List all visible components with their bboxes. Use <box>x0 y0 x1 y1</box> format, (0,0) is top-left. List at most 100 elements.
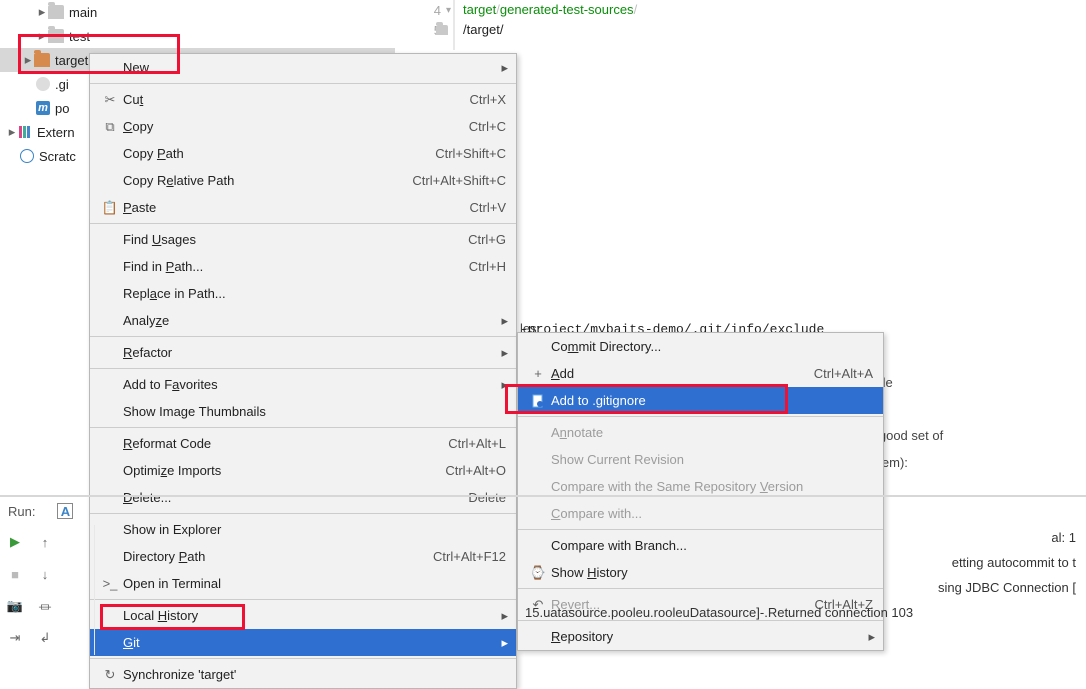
menu-item-icon: ⧉ <box>100 119 120 135</box>
menu-item[interactable]: Find in Path...Ctrl+H <box>90 253 516 280</box>
menu-item-label: New <box>120 60 506 75</box>
run-header: Run: A <box>0 497 1086 525</box>
menu-shortcut: Ctrl+H <box>469 259 506 274</box>
submenu-arrow-icon: ▸ <box>501 60 508 76</box>
chevron-right-icon: ▸ <box>36 4 48 20</box>
tree-item-main[interactable]: ▸ main <box>0 0 395 24</box>
tree-label: main <box>69 5 97 20</box>
menu-item[interactable]: Find UsagesCtrl+G <box>90 226 516 253</box>
menu-item-label: Add <box>548 366 814 381</box>
code-text: /target/ <box>463 22 503 37</box>
libraries-icon <box>18 125 32 139</box>
filter-icon[interactable]: ⏛ <box>36 597 54 615</box>
folder-icon <box>48 5 64 19</box>
menu-item[interactable]: Copy Relative PathCtrl+Alt+Shift+C <box>90 167 516 194</box>
stop-button[interactable]: ■ <box>6 565 24 583</box>
menu-item[interactable]: Commit Directory... <box>518 333 883 360</box>
menu-item-icon: 📋 <box>100 200 120 216</box>
menu-item-label: Add to Favorites <box>120 377 506 392</box>
submenu-arrow-icon: ▸ <box>501 345 508 361</box>
tree-label: Scratc <box>39 149 76 164</box>
tree-item-test[interactable]: ▸ test <box>0 24 395 48</box>
menu-item-label: Find in Path... <box>120 259 469 274</box>
menu-separator <box>518 416 883 417</box>
menu-item[interactable]: ✂CutCtrl+X <box>90 86 516 113</box>
chevron-right-icon: ▸ <box>22 52 34 68</box>
fold-icon[interactable]: ▾ <box>446 5 451 16</box>
scratches-icon <box>20 149 34 163</box>
menu-item-label: Find Usages <box>120 232 468 247</box>
menu-item-label: Add to .gitignore <box>548 393 873 408</box>
up-arrow-icon[interactable]: ↑ <box>36 533 54 551</box>
menu-item[interactable]: ⧉CopyCtrl+C <box>90 113 516 140</box>
maven-icon: m <box>36 101 50 115</box>
folder-icon <box>34 53 50 67</box>
menu-item-label: Show Image Thumbnails <box>120 404 506 419</box>
menu-item-label: Cut <box>120 92 470 107</box>
submenu-arrow-icon: ▸ <box>501 377 508 393</box>
chevron-right-icon: ▸ <box>6 124 18 140</box>
wrap-icon[interactable]: ↲ <box>36 629 54 647</box>
submenu-arrow-icon: ▸ <box>501 313 508 329</box>
menu-item[interactable]: 📋PasteCtrl+V <box>90 194 516 221</box>
menu-item[interactable]: Add to .gitignore <box>518 387 883 414</box>
exit-icon[interactable]: ⇥ <box>6 629 24 647</box>
menu-shortcut: Ctrl+Alt+O <box>445 463 506 478</box>
tree-label: .gi <box>55 77 69 92</box>
menu-item[interactable]: New▸ <box>90 54 516 81</box>
menu-item[interactable]: Copy PathCtrl+Shift+C <box>90 140 516 167</box>
editor-gutter: 4▾ 5 <box>395 0 455 50</box>
menu-item[interactable]: Show Image Thumbnails <box>90 398 516 425</box>
menu-item-label: Optimize Imports <box>120 463 445 478</box>
menu-separator <box>90 368 516 369</box>
menu-item[interactable]: Add to Favorites▸ <box>90 371 516 398</box>
menu-shortcut: Ctrl+X <box>470 92 506 107</box>
editor-code[interactable]: target/generated-test-sources/ /target/ <box>455 0 637 50</box>
menu-item-icon: ✂ <box>100 92 120 108</box>
menu-item[interactable]: ↻Synchronize 'target' <box>90 661 516 688</box>
menu-item-label: Synchronize 'target' <box>120 667 506 682</box>
folder-icon <box>436 25 448 35</box>
menu-shortcut: Ctrl+Alt+Shift+C <box>412 173 506 188</box>
menu-item-icon: + <box>528 366 548 381</box>
chevron-right-icon: ▸ <box>36 28 48 44</box>
menu-shortcut: Ctrl+V <box>470 200 506 215</box>
menu-item[interactable]: Replace in Path... <box>90 280 516 307</box>
run-label: Run: <box>8 504 35 519</box>
menu-shortcut: Ctrl+C <box>469 119 506 134</box>
menu-item-label: Commit Directory... <box>548 339 873 354</box>
run-toolbar[interactable]: ▶ ■ 📷 ⇥ ↑ ↓ ⏛ ↲ <box>0 525 90 655</box>
menu-item: Annotate <box>518 419 883 446</box>
run-config-icon[interactable]: A <box>57 503 73 519</box>
tree-label: po <box>55 101 69 116</box>
menu-item-label: Copy Relative Path <box>120 173 412 188</box>
menu-item[interactable]: Refactor▸ <box>90 339 516 366</box>
tree-label: target <box>55 53 88 68</box>
menu-item-label: Show Current Revision <box>548 452 873 467</box>
menu-separator <box>90 223 516 224</box>
down-arrow-icon[interactable]: ↓ <box>36 565 54 583</box>
menu-separator <box>90 83 516 84</box>
menu-separator <box>90 336 516 337</box>
menu-item: Show Current Revision <box>518 446 883 473</box>
run-panel[interactable]: Run: A ▶ ■ 📷 ⇥ ↑ ↓ ⏛ ↲ al: 1 etting auto… <box>0 495 1086 655</box>
menu-item-label: Refactor <box>120 345 506 360</box>
menu-item-label: Annotate <box>548 425 873 440</box>
file-icon <box>36 77 50 91</box>
run-console[interactable]: al: 1 etting autocommit to t sing JDBC C… <box>94 525 1086 655</box>
menu-item-label: Reformat Code <box>120 436 448 451</box>
menu-item-icon: ↻ <box>100 667 120 683</box>
menu-shortcut: Ctrl+Alt+A <box>814 366 873 381</box>
menu-item-label: Copy <box>120 119 469 134</box>
camera-icon[interactable]: 📷 <box>6 597 24 615</box>
menu-item[interactable]: Reformat CodeCtrl+Alt+L <box>90 430 516 457</box>
menu-item[interactable]: Optimize ImportsCtrl+Alt+O <box>90 457 516 484</box>
menu-shortcut: Ctrl+Shift+C <box>435 146 506 161</box>
menu-item-label: Compare with the Same Repository Version <box>548 479 873 494</box>
menu-separator <box>90 658 516 659</box>
run-button[interactable]: ▶ <box>6 533 24 551</box>
tree-label: Extern <box>37 125 75 140</box>
menu-item[interactable]: Analyze▸ <box>90 307 516 334</box>
menu-item[interactable]: +AddCtrl+Alt+A <box>518 360 883 387</box>
editor[interactable]: 4▾ 5 target/generated-test-sources/ /tar… <box>395 0 1086 50</box>
